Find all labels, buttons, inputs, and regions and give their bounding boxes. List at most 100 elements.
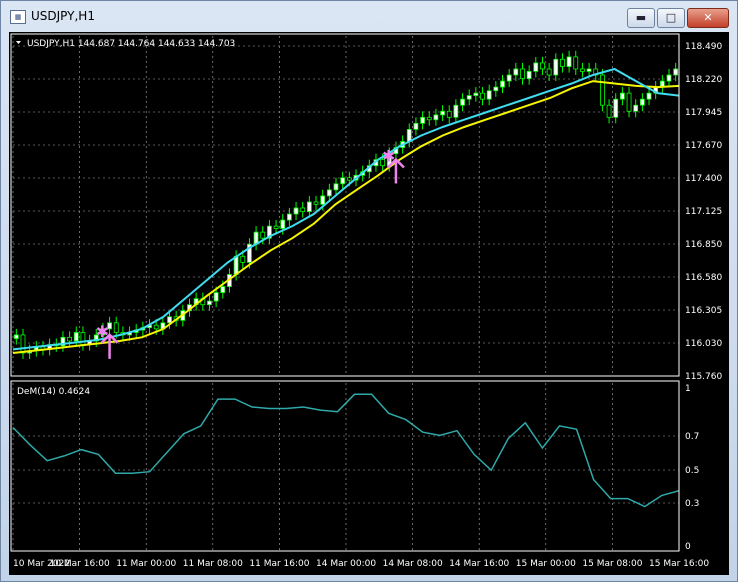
close-button[interactable]: ✕ — [687, 8, 729, 28]
indicator-tick-label: 0 — [685, 542, 691, 552]
time-tick-label: 14 Mar 16:00 — [449, 559, 509, 569]
candle-body — [540, 62, 545, 70]
candle-body — [619, 92, 625, 100]
close-icon: ✕ — [703, 11, 713, 24]
price-tick-label: 116.305 — [685, 306, 722, 316]
candle-body — [326, 189, 332, 197]
candle-body — [340, 177, 346, 185]
price-tick-label: 118.220 — [685, 75, 722, 85]
candle-body — [473, 92, 479, 96]
candle-body — [306, 201, 312, 213]
candle-body — [300, 207, 306, 213]
time-tick-label: 15 Mar 08:00 — [582, 559, 642, 569]
indicator-tick-label: 0.5 — [685, 466, 699, 476]
candle-body — [293, 207, 299, 215]
candle-body — [486, 90, 492, 100]
indicator-label: DeM(14) 0.4624 — [17, 387, 90, 397]
candle-body — [440, 110, 445, 116]
price-tick-label: 116.850 — [685, 240, 722, 250]
candle-body — [80, 332, 86, 345]
candle-body — [426, 116, 432, 121]
candle-body — [73, 332, 79, 342]
candle-body — [520, 68, 525, 80]
candle-body — [313, 201, 319, 205]
candle-body — [280, 219, 286, 229]
candle-body — [346, 177, 352, 181]
candle-body — [113, 322, 119, 333]
candle-body — [606, 104, 612, 118]
candle-body — [666, 74, 672, 82]
candle-body — [586, 68, 592, 72]
time-tick-label: 11 Mar 08:00 — [183, 559, 243, 569]
grid — [12, 36, 680, 550]
candle-body — [466, 95, 472, 100]
minimize-icon: ▬ — [635, 11, 647, 24]
candle-body — [273, 225, 279, 229]
price-tick-label: 117.670 — [685, 141, 722, 151]
star-icon: ✱ — [382, 147, 395, 166]
title-bar[interactable]: ▦ USDJPY,H1 ▬ □ ✕ — [1, 1, 737, 31]
candle-body — [480, 92, 485, 100]
chart-window-icon: ▦ — [10, 10, 26, 24]
candle-body — [506, 74, 512, 82]
indicator-tick-label: 1 — [685, 384, 691, 394]
candle-body — [286, 213, 292, 221]
maximize-button[interactable]: □ — [657, 8, 685, 28]
candle-body — [639, 98, 645, 106]
candle-body — [493, 86, 499, 92]
price-tick-label: 118.490 — [685, 42, 722, 52]
time-tick-label: 15 Mar 16:00 — [649, 559, 709, 569]
candle-body — [613, 98, 619, 118]
candle-body — [553, 58, 559, 76]
indicator-pane-border — [10, 380, 680, 552]
candle-body — [460, 98, 465, 106]
candle-body — [673, 68, 679, 76]
candle-body — [646, 92, 652, 100]
candle-body — [580, 68, 585, 72]
chart-svg[interactable]: ✱✱ 118.490118.220117.945117.670117.40011… — [9, 32, 729, 575]
time-tick-label: 14 Mar 08:00 — [383, 559, 443, 569]
candle-body — [453, 104, 459, 118]
chart-area[interactable]: ✱ ✱ 118.490 118.220 117.945 117.670 117.400 11… — [9, 32, 729, 575]
candle-body — [233, 255, 239, 275]
candle-body — [566, 56, 572, 67]
candle-body — [20, 334, 26, 354]
price-tick-label: 116.030 — [685, 339, 722, 349]
indicator-tick-label: 0.7 — [685, 432, 699, 442]
maximize-icon: □ — [665, 11, 677, 24]
price-tick-label: 115.760 — [685, 372, 722, 382]
window-title: USDJPY,H1 — [31, 9, 95, 23]
candle-body — [167, 316, 172, 324]
candle-body — [446, 110, 452, 118]
indicator-tick-label: 0.3 — [685, 499, 699, 509]
candle-body — [420, 116, 425, 124]
candle-body — [413, 122, 419, 130]
time-tick-label: 11 Mar 00:00 — [116, 559, 176, 569]
star-icon: ✱ — [96, 322, 109, 341]
time-tick-label: 15 Mar 00:00 — [516, 559, 576, 569]
main-pane-header: USDJPY,H1 144.687 144.764 144.633 144.70… — [27, 39, 235, 49]
minimize-button[interactable]: ▬ — [627, 8, 655, 28]
chart-window: ▦ USDJPY,H1 ▬ □ ✕ ✱ ✱ 118.490 118.220 117.9… — [0, 0, 738, 582]
candle-body — [333, 183, 339, 191]
time-tick-label: 11 Mar 16:00 — [249, 559, 309, 569]
candle-body — [600, 74, 605, 106]
candle-body — [433, 114, 439, 121]
candle-body — [13, 334, 19, 339]
candle-body — [626, 92, 632, 112]
candle-body — [67, 336, 73, 342]
candle-body — [153, 324, 159, 330]
pane-dropdown-icon[interactable] — [16, 41, 21, 44]
candle-body — [633, 104, 639, 112]
candle-body — [500, 80, 505, 88]
price-tick-label: 116.580 — [685, 273, 722, 283]
candle-body — [213, 292, 219, 302]
candle-body — [526, 70, 532, 80]
candle-body — [320, 195, 326, 205]
time-tick-label: 14 Mar 00:00 — [316, 559, 376, 569]
candle-body — [220, 286, 226, 293]
candle-body — [533, 62, 539, 72]
candle-body — [573, 56, 579, 70]
candle-body — [207, 300, 212, 306]
candle-body — [513, 68, 519, 76]
